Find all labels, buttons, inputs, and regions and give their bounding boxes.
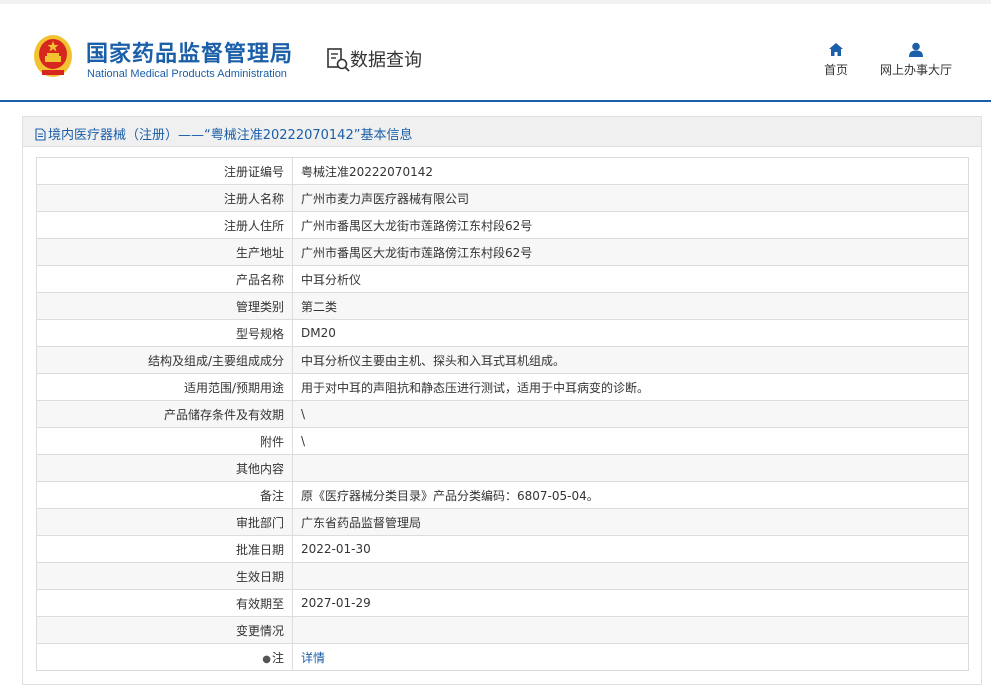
nav-online-hall[interactable]: 网上办事大厅 [874,42,958,78]
detail-panel: 境内医疗器械（注册）——“粤械注准20222070142”基本信息 注册证编号粤… [22,116,982,685]
table-row: 注册人名称 广州市麦力声医疗器械有限公司 [36,184,969,212]
table-row: 产品储存条件及有效期 \ [36,400,969,428]
table-row: 附件 \ [36,427,969,455]
table-row: 管理类别 第二类 [36,292,969,320]
table-row: 注册证编号 粤械注准20222070142 [36,157,969,185]
row-label: 注册证编号 [36,157,293,185]
table-row: 其他内容 [36,454,969,482]
table-row: 结构及组成/主要组成成分 中耳分析仪主要由主机、探头和入耳式耳机组成。 [36,346,969,374]
row-value: 2027-01-29 [292,589,969,617]
row-value: 详情 [292,643,969,671]
table-row: 适用范围/预期用途 用于对中耳的声阻抗和静态压进行测试，适用于中耳病变的诊断。 [36,373,969,401]
table-row: 批准日期 2022-01-30 [36,535,969,563]
table-row: 审批部门 广东省药品监督管理局 [36,508,969,536]
table-row: 产品名称 中耳分析仪 [36,265,969,293]
row-label: 产品名称 [36,265,293,293]
row-value: 粤械注准20222070142 [292,157,969,185]
row-label: 审批部门 [36,508,293,536]
row-label: 管理类别 [36,292,293,320]
table-row-note: ●注 详情 [36,643,969,671]
logo-title-cn[interactable]: 国家药品监督管理局 [86,36,293,68]
home-icon [829,43,843,56]
table-row: 备注 原《医疗器械分类目录》产品分类编码：6807-05-04。 [36,481,969,509]
panel-title: 境内医疗器械（注册）——“粤械注准20222070142”基本信息 [35,124,412,143]
table-row: 有效期至 2027-01-29 [36,589,969,617]
row-value: 第二类 [292,292,969,320]
row-label: 批准日期 [36,535,293,563]
row-label: 注册人住所 [36,211,293,239]
row-value: \ [292,427,969,455]
row-label: 变更情况 [36,616,293,644]
section-title: 数据查询 [350,50,422,71]
row-label: 附件 [36,427,293,455]
row-label: 注册人名称 [36,184,293,212]
row-label: 有效期至 [36,589,293,617]
row-label: 生效日期 [36,562,293,590]
row-value: DM20 [292,319,969,347]
user-icon [909,42,923,57]
table-row: 型号规格 DM20 [36,319,969,347]
details-link[interactable]: 详情 [301,651,325,665]
header-divider [0,100,991,102]
row-value: 2022-01-30 [292,535,969,563]
table-row: 生效日期 [36,562,969,590]
logo-title-en[interactable]: National Medical Products Administration [87,68,287,80]
row-value [292,616,969,644]
row-label: 适用范围/预期用途 [36,373,293,401]
table-row: 生产地址 广州市番禺区大龙街市莲路傍江东村段62号 [36,238,969,266]
pin-icon: ● [262,653,271,665]
table-row: 变更情况 [36,616,969,644]
note-label: 注 [271,650,284,665]
panel-header: 境内医疗器械（注册）——“粤械注准20222070142”基本信息 [23,117,981,147]
row-value: 广州市番禺区大龙街市莲路傍江东村段62号 [292,238,969,266]
row-label: ●注 [36,643,293,671]
info-table: 注册证编号 粤械注准20222070142 注册人名称 广州市麦力声医疗器械有限公司注… [36,157,969,671]
row-value: 中耳分析仪主要由主机、探头和入耳式耳机组成。 [292,346,969,374]
data-query-icon [327,48,350,72]
national-emblem-icon [34,35,72,77]
row-value: 原《医疗器械分类目录》产品分类编码：6807-05-04。 [292,481,969,509]
panel-title-text: 境内医疗器械（注册）——“粤械注准20222070142”基本信息 [48,128,413,143]
document-icon [35,128,46,141]
row-label: 生产地址 [36,238,293,266]
row-label: 产品储存条件及有效期 [36,400,293,428]
row-value: 广东省药品监督管理局 [292,508,969,536]
row-value: 广州市番禺区大龙街市莲路傍江东村段62号 [292,211,969,239]
row-value: 广州市麦力声医疗器械有限公司 [292,184,969,212]
row-value: \ [292,400,969,428]
row-value: 中耳分析仪 [292,265,969,293]
nav-hall-label: 网上办事大厅 [879,63,952,77]
row-label: 型号规格 [36,319,293,347]
nav-home-label: 首页 [823,63,848,77]
row-label: 结构及组成/主要组成成分 [36,346,293,374]
row-value [292,562,969,590]
table-row: 注册人住所 广州市番禺区大龙街市莲路傍江东村段62号 [36,211,969,239]
row-value: 用于对中耳的声阻抗和静态压进行测试，适用于中耳病变的诊断。 [292,373,969,401]
site-header: 国家药品监督管理局 National Medical Products Admi… [0,4,991,100]
row-value [292,454,969,482]
row-label: 备注 [36,481,293,509]
row-label: 其他内容 [36,454,293,482]
nav-home[interactable]: 首页 [814,42,858,78]
